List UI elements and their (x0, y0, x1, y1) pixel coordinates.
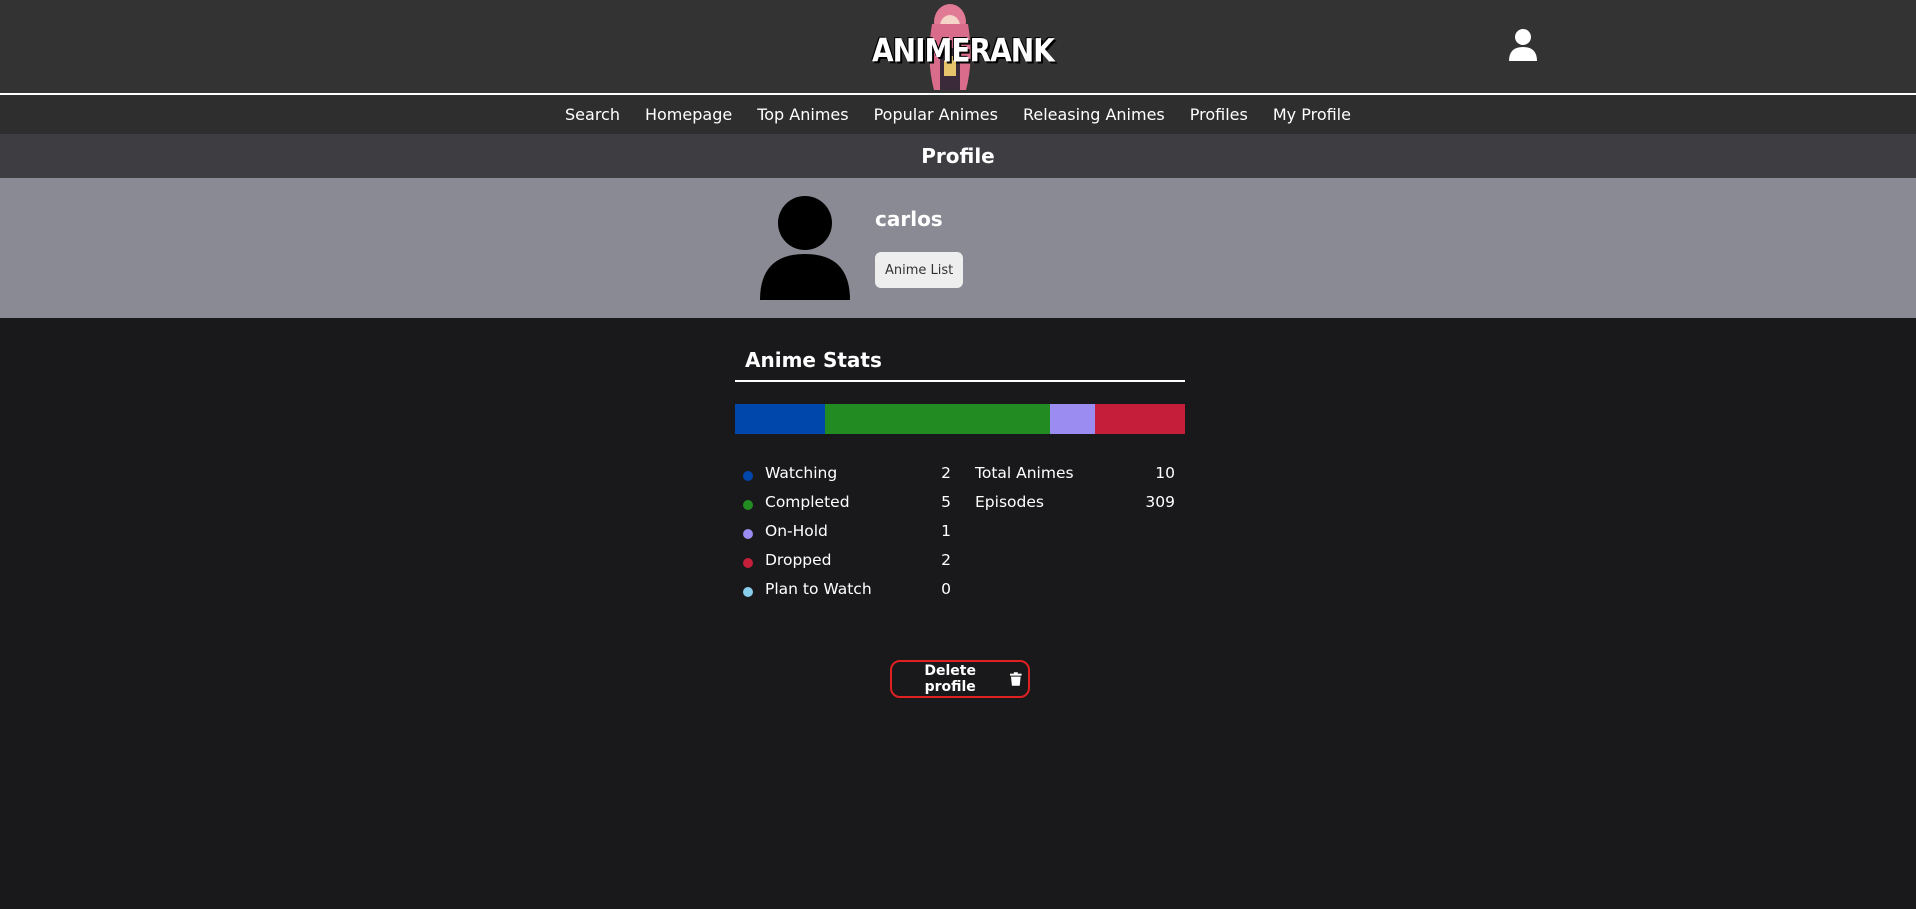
stat-row-dropped: Dropped 2 (743, 551, 951, 580)
profile-username: carlos (875, 207, 943, 231)
stat-row-watching: Watching 2 (743, 464, 951, 493)
stat-value: 5 (941, 493, 951, 511)
onhold-dot (743, 529, 753, 539)
stat-value: 10 (1155, 464, 1175, 482)
stat-row-plan-to-watch: Plan to Watch 0 (743, 580, 951, 609)
logo-text: ANIMERANK (872, 31, 1055, 70)
stat-value: 2 (941, 464, 951, 482)
delete-profile-label: Delete profile (924, 663, 976, 695)
nav-my-profile[interactable]: My Profile (1260, 105, 1363, 124)
stat-label: Completed (765, 493, 850, 511)
top-header: ANIMERANK (0, 0, 1916, 95)
stat-label: Total Animes (975, 464, 1074, 482)
bar-segment-completed (825, 404, 1050, 434)
totals-stats-list: Total Animes 10 Episodes 309 (975, 464, 1175, 522)
main-nav: Search Homepage Top Animes Popular Anime… (0, 95, 1916, 134)
dropped-dot (743, 558, 753, 568)
bar-segment-onhold (1050, 404, 1095, 434)
stat-row-onhold: On-Hold 1 (743, 522, 951, 551)
stat-label: Dropped (765, 551, 832, 569)
anime-list-button[interactable]: Anime List (875, 252, 964, 288)
stat-label: On-Hold (765, 522, 828, 540)
completed-dot (743, 500, 753, 510)
nav-popular-animes[interactable]: Popular Animes (861, 105, 1010, 124)
nav-profiles[interactable]: Profiles (1177, 105, 1260, 124)
anime-stats-title: Anime Stats (735, 340, 1185, 382)
bar-segment-watching (735, 404, 825, 434)
stat-value: 0 (941, 580, 951, 598)
stat-row-episodes: Episodes 309 (975, 493, 1175, 522)
avatar-icon (760, 196, 850, 300)
stat-row-completed: Completed 5 (743, 493, 951, 522)
status-stats-list: Watching 2 Completed 5 On-Hold 1 Dropped… (743, 464, 951, 609)
bar-segment-dropped (1095, 404, 1185, 434)
nav-homepage[interactable]: Homepage (632, 105, 744, 124)
delete-profile-button[interactable]: Delete profile (890, 660, 1030, 698)
nav-releasing-animes[interactable]: Releasing Animes (1010, 105, 1177, 124)
stat-value: 1 (941, 522, 951, 540)
watching-dot (743, 471, 753, 481)
nav-top-animes[interactable]: Top Animes (745, 105, 861, 124)
page-title-bar: Profile (0, 134, 1916, 178)
trash-icon (1010, 672, 1022, 686)
stat-label: Plan to Watch (765, 580, 872, 598)
site-logo[interactable]: ANIMERANK (868, 0, 1055, 93)
stat-label: Watching (765, 464, 838, 482)
anime-stats-section: Anime Stats Watching 2 Completed 5 On-Ho… (735, 340, 1185, 598)
page-title: Profile (921, 144, 995, 168)
stat-value: 309 (1145, 493, 1175, 511)
profile-header (0, 178, 1916, 318)
stat-value: 2 (941, 551, 951, 569)
stats-progress-bar (735, 404, 1185, 434)
nav-search[interactable]: Search (553, 105, 633, 124)
user-icon[interactable] (1508, 28, 1538, 62)
stat-row-total-animes: Total Animes 10 (975, 464, 1175, 493)
plan-to-watch-dot (743, 587, 753, 597)
stat-label: Episodes (975, 493, 1044, 511)
